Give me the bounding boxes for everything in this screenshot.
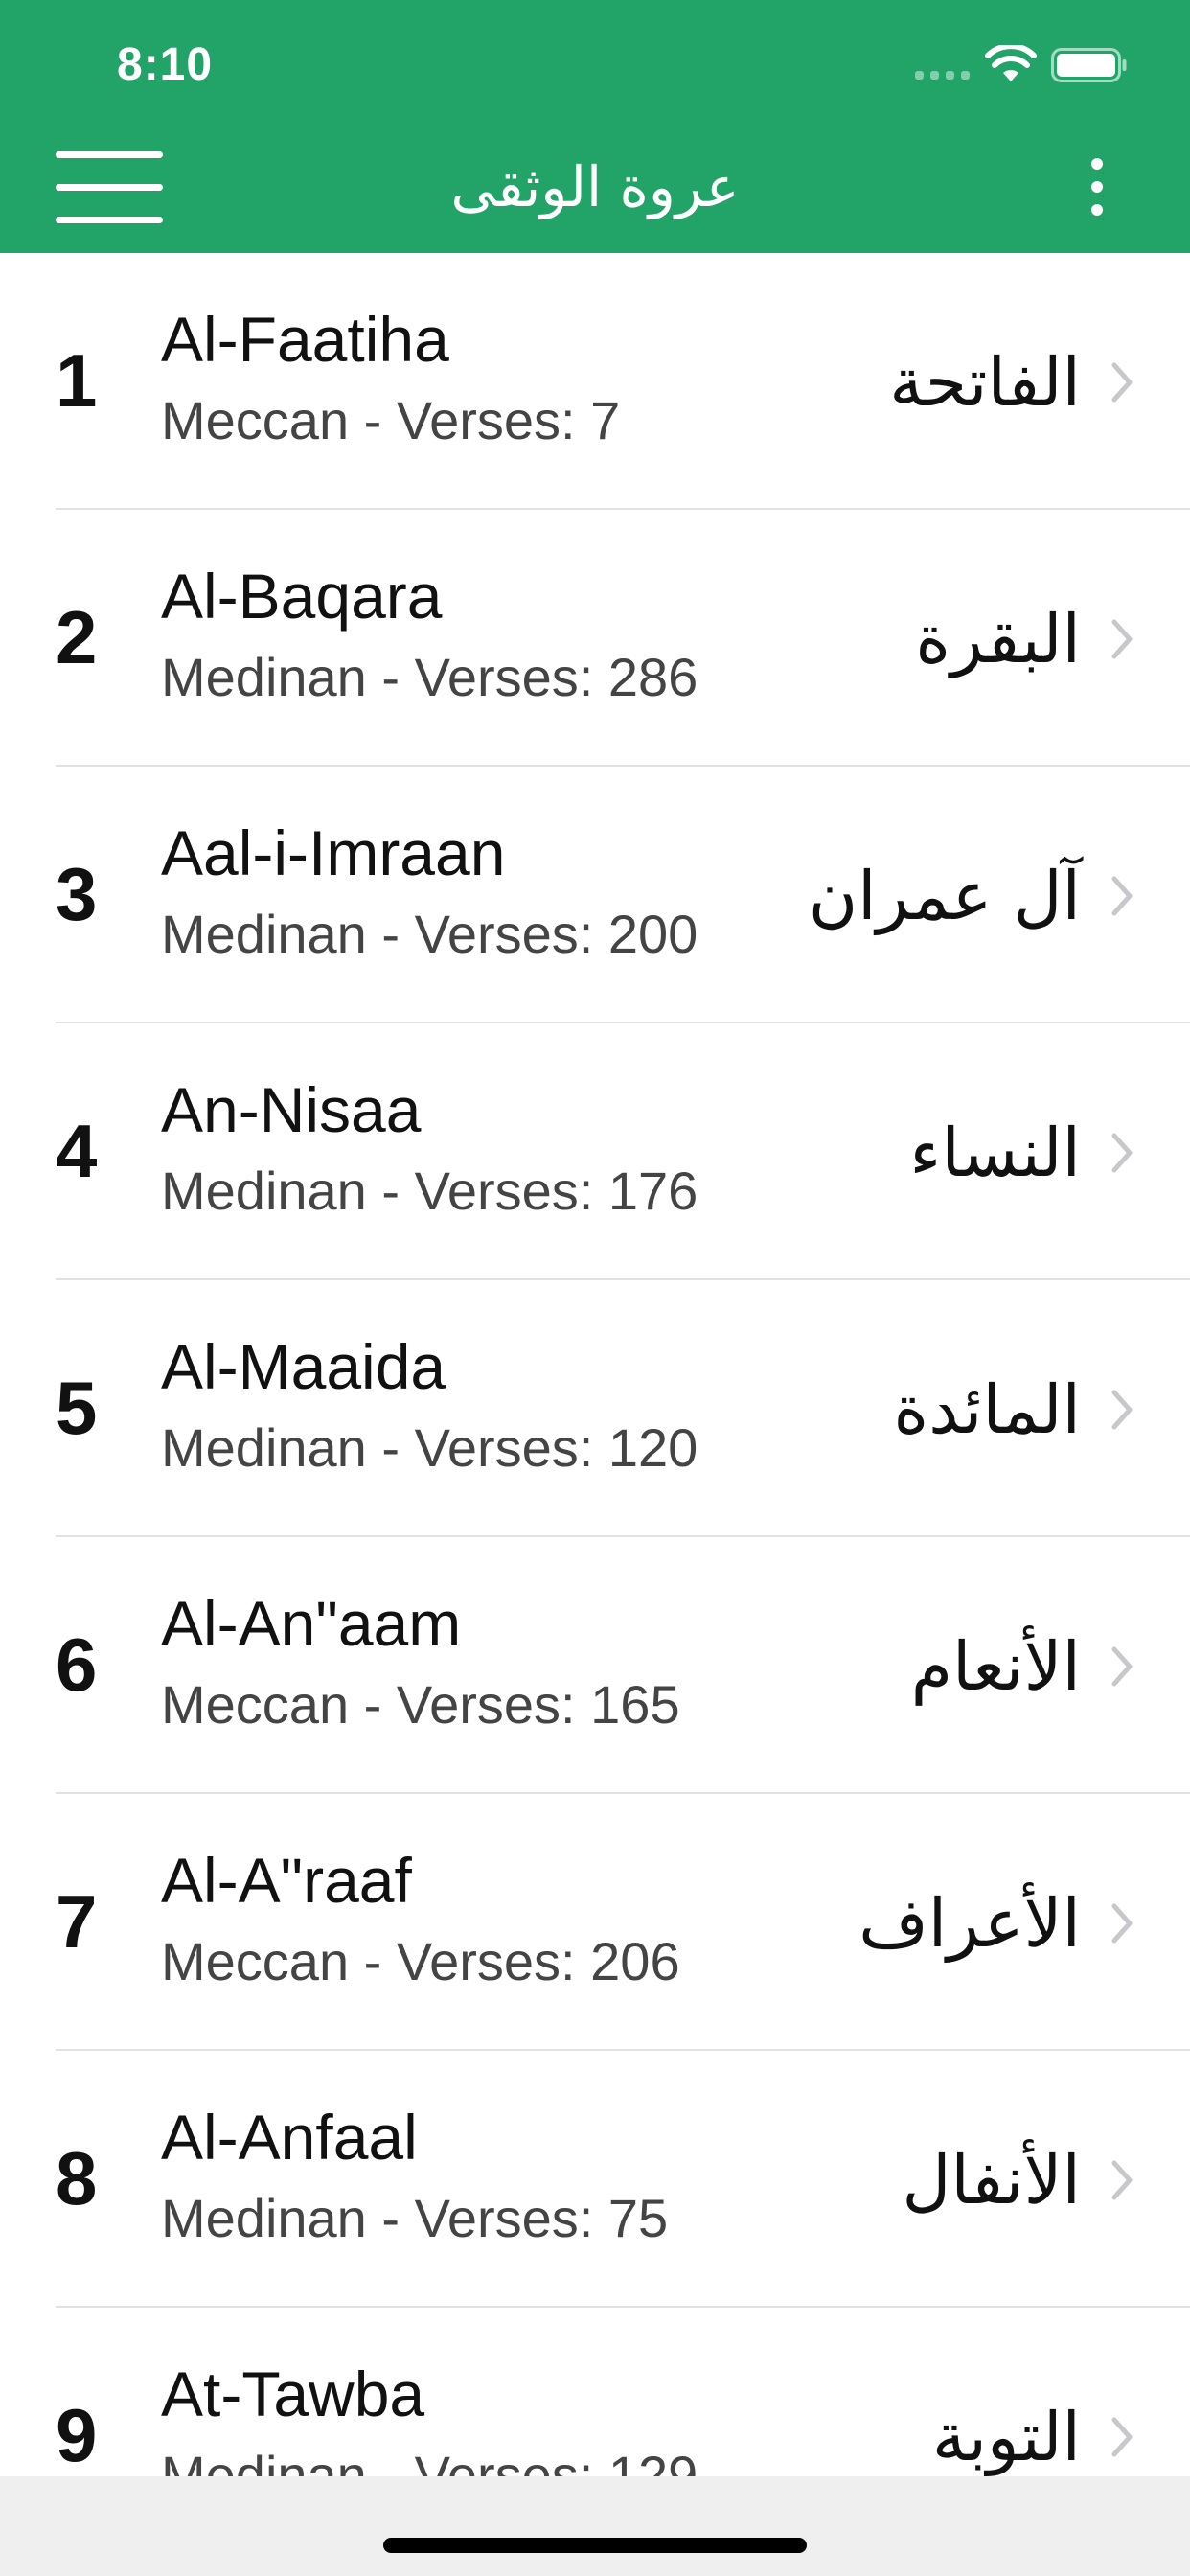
chevron-right-icon	[1111, 876, 1133, 916]
list-item[interactable]: 3 Aal-i-Imraan Medinan - Verses: 200 آل …	[0, 767, 1190, 1024]
list-item[interactable]: 8 Al-Anfaal Medinan - Verses: 75 الأنفال	[0, 2051, 1190, 2308]
surah-number: 5	[56, 1366, 98, 1450]
more-options-icon[interactable]	[1083, 158, 1111, 216]
surah-name: Aal-i-Imraan	[161, 817, 506, 888]
surah-details: Medinan - Verses: 129	[161, 2445, 698, 2476]
list-item[interactable]: 9 At-Tawba Medinan - Verses: 129 التوبة	[0, 2308, 1190, 2476]
surah-name: Al-Faatiha	[161, 304, 449, 375]
surah-number: 7	[56, 1879, 98, 1964]
chevron-right-icon	[1111, 1133, 1133, 1173]
surah-arabic-name: الأنعام	[910, 1627, 1081, 1706]
chevron-right-icon	[1111, 1646, 1133, 1687]
surah-number: 2	[56, 595, 98, 679]
list-item[interactable]: 4 An-Nisaa Medinan - Verses: 176 النساء	[0, 1024, 1190, 1280]
hamburger-menu-icon[interactable]	[56, 151, 163, 226]
surah-number: 8	[56, 2136, 98, 2220]
surah-details: Medinan - Verses: 200	[161, 904, 698, 964]
surah-arabic-name: آل عمران	[808, 857, 1081, 935]
surah-name: Al-An"aam	[161, 1588, 462, 1659]
chevron-right-icon	[1111, 1903, 1133, 1944]
home-indicator[interactable]	[383, 2538, 807, 2553]
chevron-right-icon	[1111, 2417, 1133, 2457]
surah-arabic-name: النساء	[909, 1114, 1081, 1192]
surah-details: Medinan - Verses: 120	[161, 1417, 698, 1478]
app-title: عروة الوثقى	[450, 154, 740, 219]
surah-arabic-name: التوبة	[931, 2398, 1081, 2476]
list-item[interactable]: 1 Al-Faatiha Meccan - Verses: 7 الفاتحة	[0, 253, 1190, 510]
surah-number: 3	[56, 852, 98, 936]
surah-name: Al-Baqara	[161, 561, 443, 632]
chevron-right-icon	[1111, 1390, 1133, 1430]
app-header: 8:10 عروة الوثقى	[0, 0, 1190, 253]
surah-number: 9	[56, 2393, 98, 2476]
list-item[interactable]: 6 Al-An"aam Meccan - Verses: 165 الأنعام	[0, 1537, 1190, 1794]
surah-details: Meccan - Verses: 165	[161, 1674, 680, 1735]
cellular-signal-icon	[915, 64, 971, 80]
list-item[interactable]: 5 Al-Maaida Medinan - Verses: 120 المائد…	[0, 1280, 1190, 1537]
wifi-icon	[985, 45, 1037, 81]
surah-details: Meccan - Verses: 206	[161, 1931, 680, 1991]
surah-details: Medinan - Verses: 176	[161, 1161, 698, 1221]
surah-arabic-name: الفاتحة	[889, 343, 1081, 422]
surah-arabic-name: المائدة	[893, 1370, 1081, 1449]
surah-name: Al-A"raaf	[161, 1845, 412, 1916]
surah-name: At-Tawba	[161, 2358, 425, 2429]
surah-arabic-name: الأنفال	[902, 2141, 1081, 2220]
surah-details: Medinan - Verses: 75	[161, 2188, 669, 2248]
list-item[interactable]: 2 Al-Baqara Medinan - Verses: 286 البقرة	[0, 510, 1190, 767]
surah-details: Medinan - Verses: 286	[161, 647, 698, 707]
list-item[interactable]: 7 Al-A"raaf Meccan - Verses: 206 الأعراف	[0, 1794, 1190, 2051]
chevron-right-icon	[1111, 2160, 1133, 2200]
surah-number: 4	[56, 1109, 98, 1193]
surah-name: Al-Maaida	[161, 1331, 446, 1402]
surah-arabic-name: الأعراف	[858, 1884, 1081, 1963]
surah-list[interactable]: 1 Al-Faatiha Meccan - Verses: 7 الفاتحة …	[0, 253, 1190, 2476]
chevron-right-icon	[1111, 619, 1133, 659]
surah-number: 1	[56, 338, 98, 423]
surah-arabic-name: البقرة	[915, 600, 1081, 678]
surah-number: 6	[56, 1622, 98, 1707]
chevron-right-icon	[1111, 362, 1133, 402]
surah-name: Al-Anfaal	[161, 2102, 418, 2173]
surah-name: An-Nisaa	[161, 1074, 422, 1145]
home-indicator-area	[0, 2476, 1190, 2576]
status-time: 8:10	[117, 39, 214, 90]
surah-details: Meccan - Verses: 7	[161, 390, 621, 450]
battery-icon	[1051, 48, 1127, 82]
